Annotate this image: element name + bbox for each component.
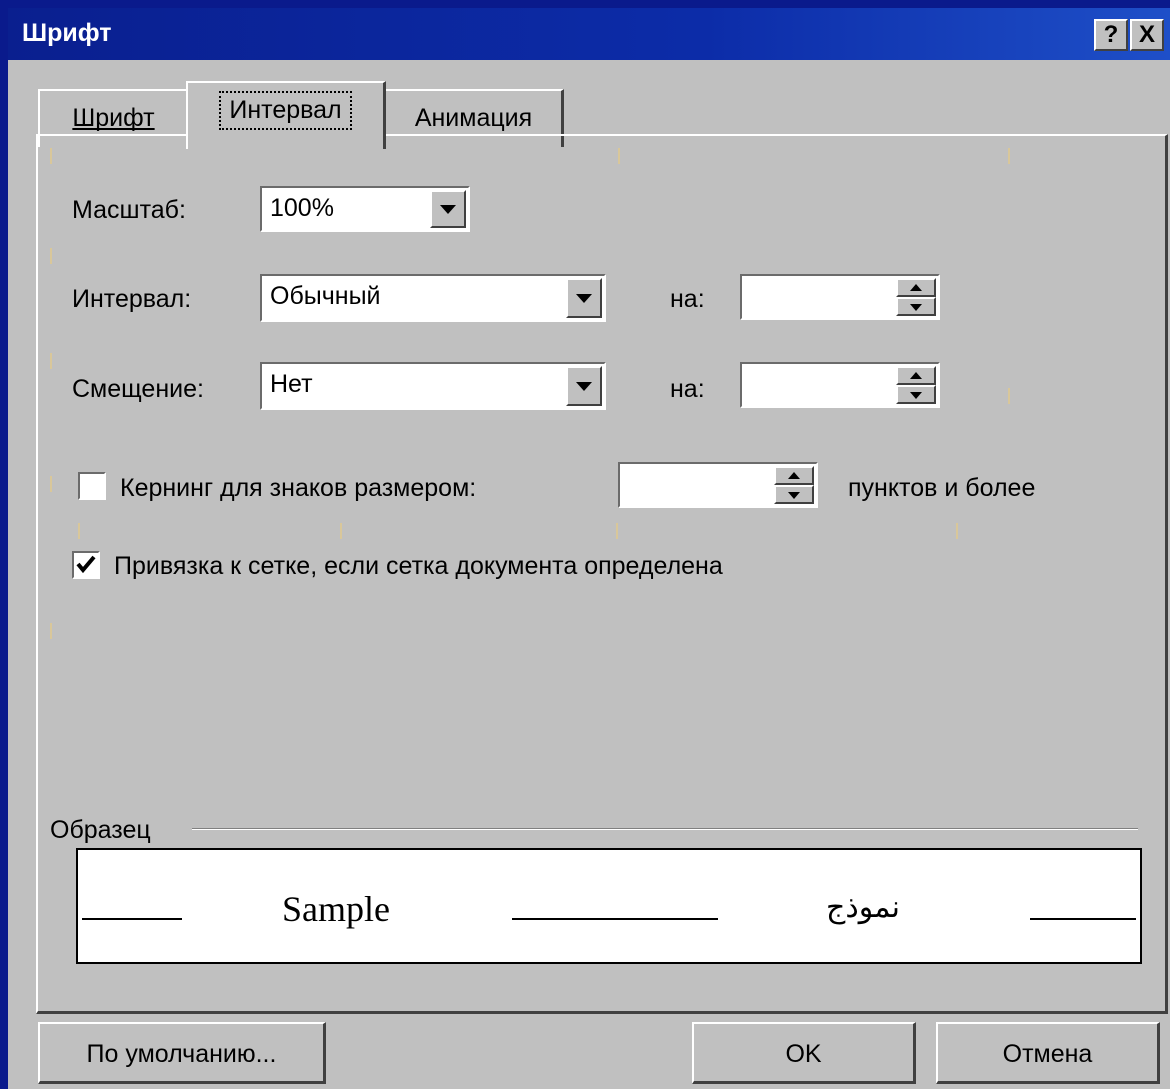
guide-mark [50,623,52,639]
tab-animation-label: Анимация [414,104,533,132]
spin-down-icon[interactable] [896,297,936,316]
spin-down-icon[interactable] [774,485,814,504]
preview-sample-latin: Sample [282,889,390,929]
cancel-button-label: Отмена [1002,1040,1093,1068]
guide-mark [50,148,52,164]
guide-mark [78,523,80,539]
guide-mark [956,523,958,539]
tab-spacing[interactable]: Интервал [186,81,386,149]
kerning-checkbox[interactable] [78,472,106,500]
preview-divider [192,828,1138,830]
help-button[interactable]: ? [1094,19,1128,51]
preview-line [1030,918,1136,920]
spacing-value: Обычный [270,282,381,310]
spacing-label: Интервал: [72,285,192,313]
grid-snap-label[interactable]: Привязка к сетке, если сетка документа о… [114,552,723,581]
scale-label: Масштаб: [72,196,186,224]
position-select[interactable]: Нет [260,362,606,410]
kerning-suffix: пунктов и более [848,474,1036,502]
position-value: Нет [270,370,313,398]
position-label: Смещение: [72,375,204,403]
ok-button[interactable]: OK [692,1022,916,1084]
chevron-down-icon[interactable] [566,366,602,406]
scale-select[interactable]: 100% [260,186,470,232]
spin-up-icon[interactable] [896,278,936,297]
guide-mark [618,148,620,164]
window-title: Шрифт [22,19,112,47]
preview-box: Sample نموذج [76,848,1142,964]
spin-up-icon[interactable] [774,466,814,485]
tab-font-label: Шрифт [72,104,155,132]
title-bar[interactable]: Шрифт ? X [8,8,1170,60]
scale-value: 100% [270,194,334,222]
guide-mark [616,523,618,539]
font-dialog: Шрифт ? X Шрифт Интервал Анимация Масшта… [8,8,1170,1089]
spacing-select[interactable]: Обычный [260,274,606,322]
spin-buttons [896,278,936,316]
guide-mark [1008,388,1010,404]
tab-spacing-label: Интервал [219,91,352,130]
preview-line [512,918,718,920]
default-button[interactable]: По умолчанию... [38,1022,326,1084]
position-by-label: на: [670,375,705,403]
spacing-by-spinner[interactable] [740,274,940,320]
cancel-button[interactable]: Отмена [936,1022,1160,1084]
close-button[interactable]: X [1130,19,1164,51]
guide-mark [50,248,52,264]
grid-snap-checkbox[interactable] [72,551,100,579]
preview-sample-arabic: نموذج [826,890,900,925]
guide-mark [340,523,342,539]
preview-label: Образец [50,816,151,844]
spacing-by-label: на: [670,285,705,313]
guide-mark [50,476,52,492]
spin-buttons [774,466,814,504]
position-by-spinner[interactable] [740,362,940,408]
spin-up-icon[interactable] [896,366,936,385]
guide-mark [1008,148,1010,164]
default-button-label: По умолчанию... [86,1040,277,1068]
checkmark-icon [76,555,96,574]
preview-line [82,918,182,920]
ok-button-label: OK [785,1040,822,1068]
spin-buttons [896,366,936,404]
chevron-down-icon[interactable] [566,278,602,318]
kerning-label[interactable]: Кернинг для знаков размером: [120,474,476,503]
guide-mark [50,353,52,369]
spin-down-icon[interactable] [896,385,936,404]
kerning-spinner[interactable] [618,462,818,508]
chevron-down-icon[interactable] [430,190,466,228]
